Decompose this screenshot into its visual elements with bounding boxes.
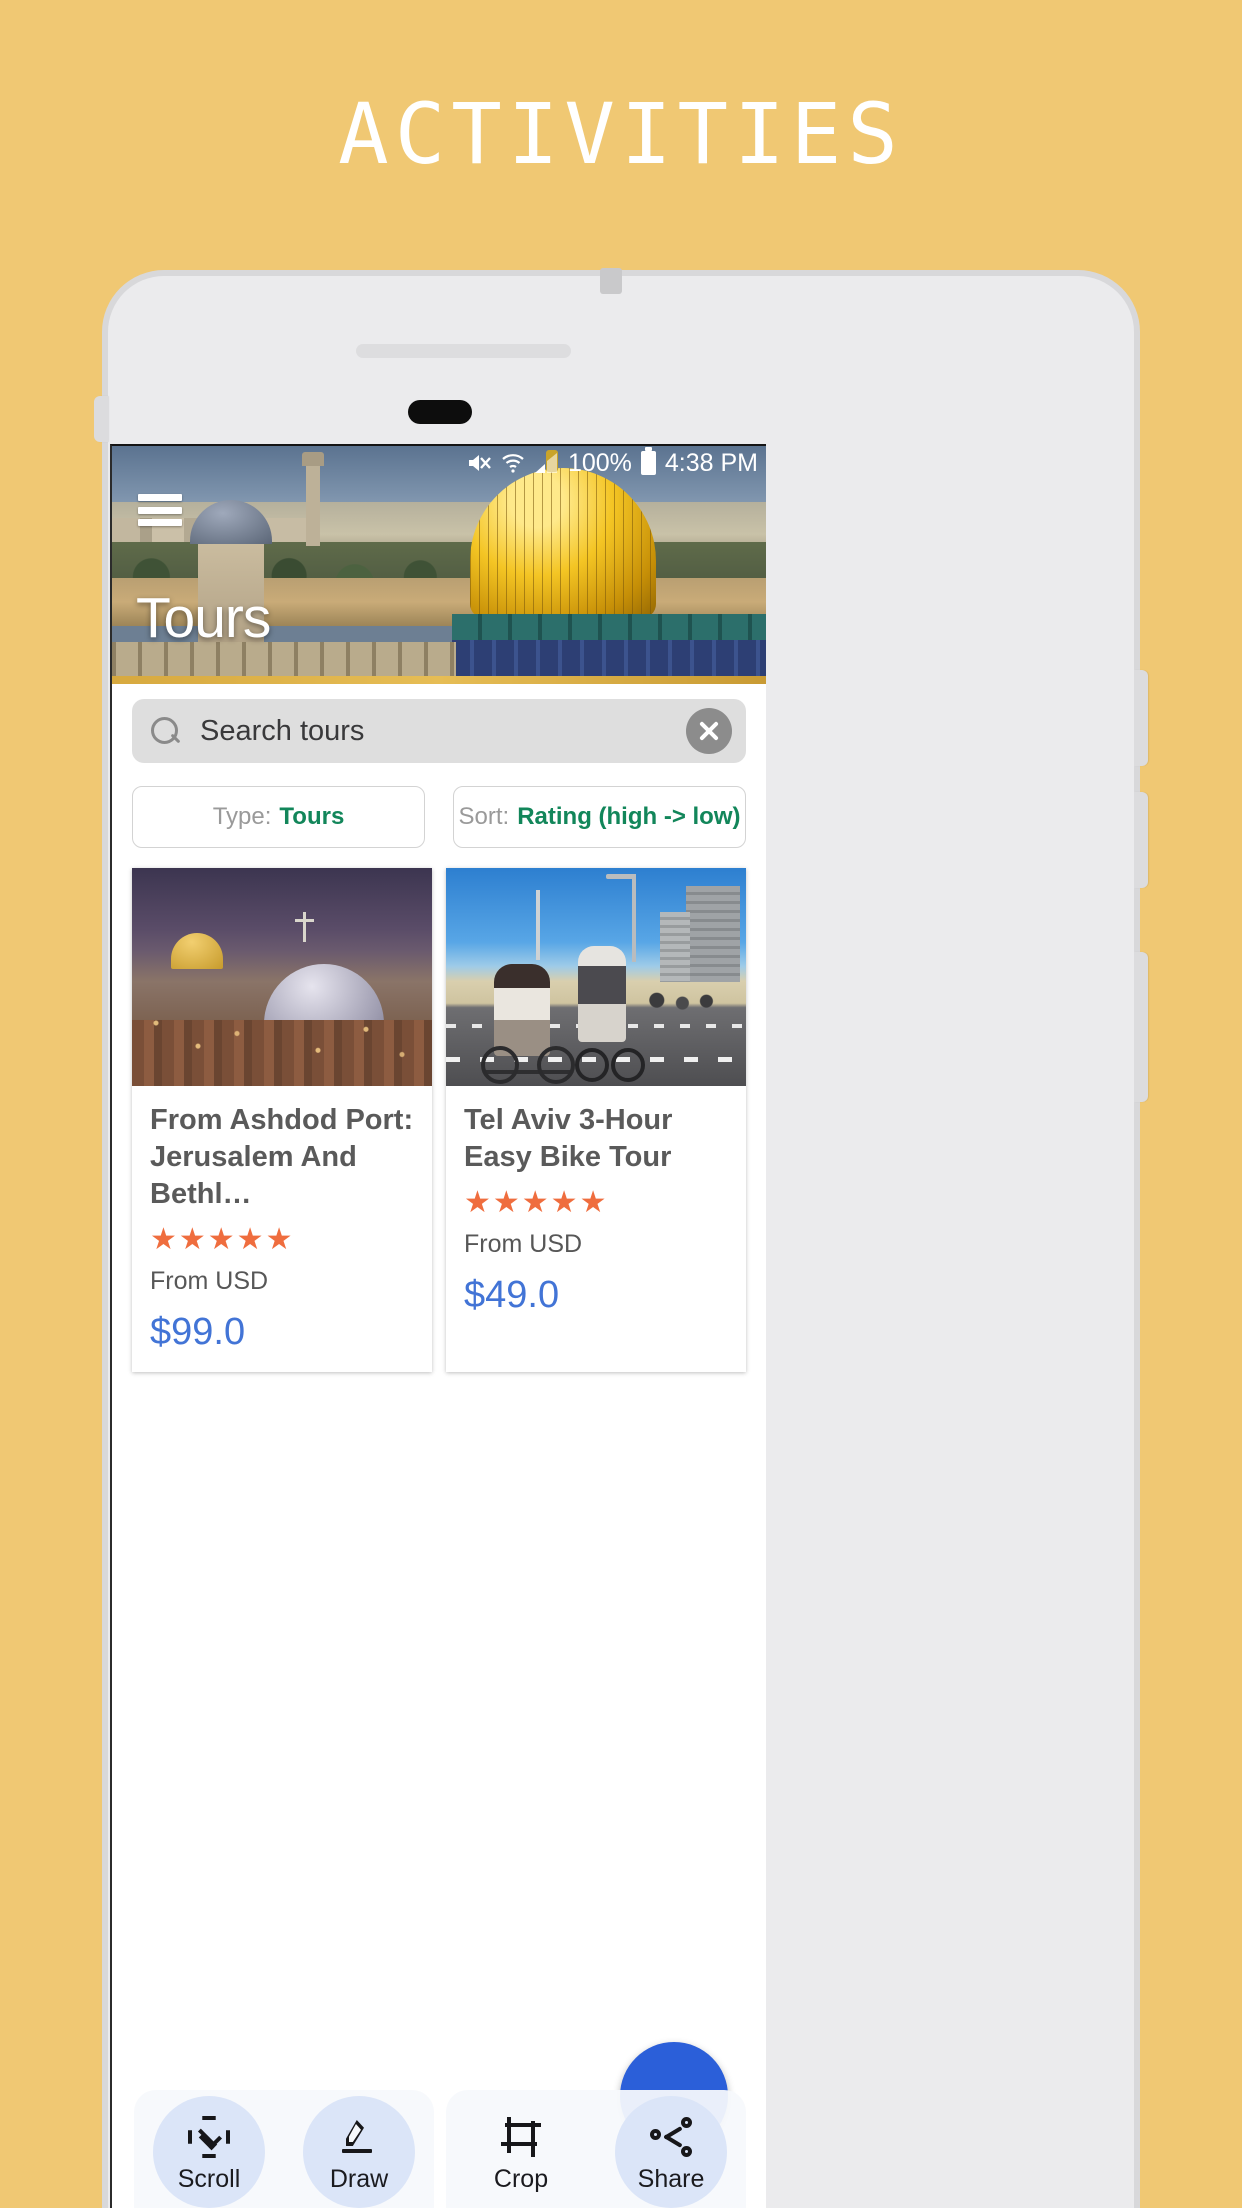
card2-rider-b xyxy=(578,946,626,1043)
search-bar[interactable]: Search tours xyxy=(132,699,746,763)
search-input[interactable]: Search tours xyxy=(200,716,686,746)
filter-chip-sort-label: Sort: xyxy=(458,803,510,830)
hero-title: Tours xyxy=(136,586,271,650)
card2-pole xyxy=(536,890,540,960)
phone-mockup: 100% 4:38 PM Tours Search tours Type: To… xyxy=(94,268,1148,2208)
signal-bars-icon xyxy=(534,452,559,474)
filter-chip-sort-value: Rating (high -> low) xyxy=(517,803,741,830)
crop-icon xyxy=(500,2116,542,2158)
volume-down-button[interactable] xyxy=(1134,792,1148,888)
hamburger-menu-icon[interactable] xyxy=(138,494,182,526)
tour-card-title: From Ashdod Port: Jerusalem And Bethl… xyxy=(150,1104,414,1210)
filter-chip-type-label: Type: xyxy=(212,803,272,830)
filter-chip-type-value: Tours xyxy=(279,803,345,830)
share-icon xyxy=(650,2116,692,2158)
screenshot-crop-label: Crop xyxy=(493,2165,549,2193)
phone-screen: 100% 4:38 PM Tours Search tours Type: To… xyxy=(110,444,766,2208)
scroll-capture-icon xyxy=(188,2116,230,2158)
tour-card[interactable]: Tel Aviv 3-Hour Easy Bike Tour ★★★★★ Fro… xyxy=(446,868,746,1372)
hero-bottom-strip xyxy=(112,676,766,684)
phone-body: 100% 4:38 PM Tours Search tours Type: To… xyxy=(94,268,1148,2208)
page-title: ACTIVITIES xyxy=(338,85,904,183)
tour-card-body: From Ashdod Port: Jerusalem And Bethl… ★… xyxy=(132,1086,432,1372)
screenshot-crop-button[interactable]: Crop xyxy=(446,2090,596,2208)
volume-up-button[interactable] xyxy=(1134,670,1148,766)
card2-streetlight xyxy=(606,874,636,962)
screenshot-toolbar-group-right: Crop Share xyxy=(446,2090,746,2208)
screenshot-scroll-label: Scroll xyxy=(177,2165,241,2193)
card2-bike-a xyxy=(481,1030,575,1084)
screenshot-share-label: Share xyxy=(637,2165,705,2193)
hero-tiled-facade xyxy=(452,614,766,684)
battery-full-icon xyxy=(640,447,656,475)
earpiece-speaker-icon xyxy=(356,344,571,358)
wifi-icon xyxy=(501,452,525,474)
search-section: Search tours xyxy=(112,684,766,763)
mute-icon xyxy=(467,451,492,475)
tour-card-currency-label: From USD xyxy=(150,1267,269,1295)
screenshot-edit-toolbar: Scroll Draw Crop Share xyxy=(134,2090,746,2208)
tour-card-body: Tel Aviv 3-Hour Easy Bike Tour ★★★★★ Fro… xyxy=(446,1086,746,1335)
phone-antenna-notch xyxy=(600,268,622,294)
screenshot-share-button[interactable]: Share xyxy=(596,2090,746,2208)
tour-card-image xyxy=(446,868,746,1086)
left-side-button[interactable] xyxy=(94,396,108,442)
tour-card-list: From Ashdod Port: Jerusalem And Bethl… ★… xyxy=(112,868,766,1372)
tour-card-rating-stars: ★★★★★ xyxy=(150,1223,295,1256)
close-circle-icon[interactable] xyxy=(686,708,732,754)
card1-gold-dome xyxy=(171,933,223,970)
card2-tower-a xyxy=(686,886,740,982)
tour-card-title: Tel Aviv 3-Hour Easy Bike Tour xyxy=(464,1104,673,1173)
tour-card-price: $49.0 xyxy=(464,1274,560,1316)
card2-bike-b xyxy=(575,1036,645,1082)
status-bar: 100% 4:38 PM xyxy=(112,446,766,480)
filter-chip-sort[interactable]: Sort: Rating (high -> low) xyxy=(453,786,746,848)
screenshot-scroll-button[interactable]: Scroll xyxy=(134,2090,284,2208)
tour-card[interactable]: From Ashdod Port: Jerusalem And Bethl… ★… xyxy=(132,868,432,1372)
status-time: 4:38 PM xyxy=(664,448,758,477)
home-pill-button[interactable] xyxy=(408,400,472,424)
pencil-draw-icon xyxy=(338,2116,380,2158)
screenshot-draw-label: Draw xyxy=(329,2165,389,2193)
filter-chip-type[interactable]: Type: Tours xyxy=(132,786,425,848)
tour-card-price: $99.0 xyxy=(150,1311,246,1353)
tour-card-image xyxy=(132,868,432,1086)
card2-distant-riders xyxy=(644,981,724,1030)
tour-card-rating-stars: ★★★★★ xyxy=(464,1186,609,1219)
card1-cross xyxy=(295,911,314,942)
hero-banner: 100% 4:38 PM Tours xyxy=(112,446,766,684)
tour-card-currency-label: From USD xyxy=(464,1230,583,1258)
filter-chips: Type: Tours Sort: Rating (high -> low) xyxy=(112,763,766,868)
screenshot-draw-button[interactable]: Draw xyxy=(284,2090,434,2208)
screenshot-toolbar-group-left: Scroll Draw xyxy=(134,2090,434,2208)
card2-tower-b xyxy=(660,912,690,982)
search-icon xyxy=(150,716,180,746)
power-button[interactable] xyxy=(1134,952,1148,1102)
battery-percent: 100% xyxy=(567,448,632,477)
card1-city-lights xyxy=(132,981,432,1086)
